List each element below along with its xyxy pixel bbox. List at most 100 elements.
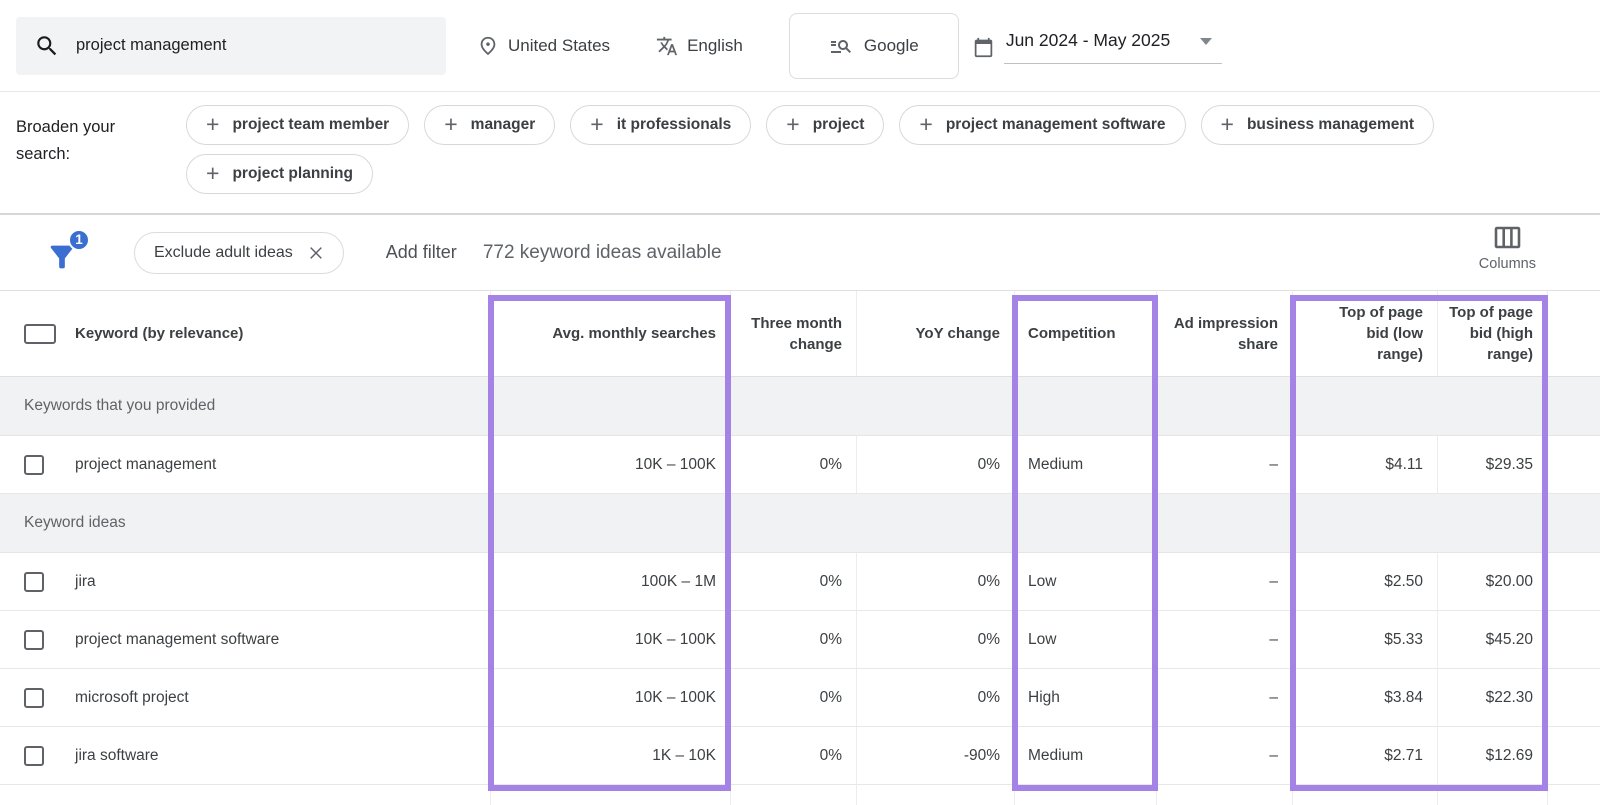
search-icon — [34, 33, 60, 59]
col-header-yoy-change[interactable]: YoY change — [856, 291, 1014, 376]
table-header-row: Keyword (by relevance) Avg. monthly sear… — [0, 291, 1600, 377]
results-summary: 772 keyword ideas available — [483, 242, 722, 264]
exclude-adult-ideas-chip[interactable]: Exclude adult ideas — [134, 232, 344, 274]
yoy-change-cell: 0% — [856, 553, 1014, 610]
col-header-ad-impression-share[interactable]: Ad impression share — [1156, 291, 1292, 376]
ad-impression-share-cell: – — [1156, 669, 1292, 726]
columns-label: Columns — [1479, 256, 1536, 272]
broaden-chip-label: project — [813, 116, 865, 134]
three-month-change-cell: 0% — [730, 436, 856, 493]
columns-button[interactable]: Columns — [1479, 226, 1536, 272]
ad-impression-share-cell: – — [1156, 727, 1292, 784]
location-selector[interactable]: United States — [477, 35, 610, 57]
three-month-change-cell: 0% — [730, 669, 856, 726]
table-row: project management software10K – 100K0%0… — [0, 611, 1600, 669]
exclude-chip-label: Exclude adult ideas — [154, 244, 293, 262]
broaden-chip[interactable]: +project planning — [186, 154, 373, 194]
section-header-row: Keyword ideas — [0, 494, 1600, 553]
top-bid-high-cell: $29.35 — [1437, 436, 1547, 493]
col-header-top-bid-high[interactable]: Top of page bid (high range) — [1437, 291, 1547, 376]
col-header-keyword[interactable]: Keyword (by relevance) — [56, 291, 490, 376]
col-header-avg-monthly-searches[interactable]: Avg. monthly searches — [490, 291, 730, 376]
top-bid-low-cell: $2.71 — [1292, 727, 1437, 784]
plus-icon: + — [206, 162, 219, 185]
col-header-top-bid-low[interactable]: Top of page bid (low range) — [1292, 291, 1437, 376]
broaden-chip[interactable]: + business management — [1201, 105, 1435, 145]
broaden-chip-label: business management — [1247, 116, 1414, 134]
manage-search-icon — [829, 34, 853, 58]
calendar-icon — [973, 37, 994, 58]
avg-monthly-searches-cell: 100K – 1M — [490, 553, 730, 610]
keyword-search-box[interactable] — [16, 17, 446, 75]
row-checkbox[interactable] — [24, 572, 44, 592]
broaden-chip[interactable]: + project management software — [899, 105, 1185, 145]
broaden-chip[interactable]: + project — [766, 105, 884, 145]
top-bid-low-cell: $5.33 — [1292, 611, 1437, 668]
ad-impression-share-cell: – — [1156, 611, 1292, 668]
table-row: microsoft project10K – 100K0%0%High–$3.8… — [0, 669, 1600, 727]
filter-icon[interactable]: 1 — [45, 230, 87, 276]
location-pin-icon — [477, 35, 499, 57]
translate-icon — [656, 35, 678, 57]
competition-cell: Medium — [1014, 727, 1156, 784]
top-toolbar: United States English Google Jun 2024 - … — [0, 0, 1600, 92]
network-selector-button[interactable]: Google — [789, 13, 959, 79]
top-bid-low-cell: $2.50 — [1292, 553, 1437, 610]
plus-icon: + — [206, 113, 219, 136]
columns-icon — [1494, 226, 1521, 249]
competition-cell: Low — [1014, 611, 1156, 668]
location-label: United States — [508, 36, 610, 56]
col-header-three-month-change[interactable]: Three month change — [730, 291, 856, 376]
col-header-competition[interactable]: Competition — [1014, 291, 1156, 376]
close-icon[interactable] — [308, 245, 324, 261]
plus-icon: + — [786, 113, 799, 136]
date-range-label: Jun 2024 - May 2025 — [1006, 30, 1170, 51]
keyword-ideas-table: Keyword (by relevance) Avg. monthly sear… — [0, 290, 1600, 805]
keyword-cell: jira — [56, 553, 490, 610]
keyword-cell: project management — [56, 436, 490, 493]
ad-impression-share-cell: – — [1156, 553, 1292, 610]
date-range-selector[interactable]: Jun 2024 - May 2025 — [973, 28, 1222, 64]
avg-monthly-searches-cell: 10K – 100K — [490, 436, 730, 493]
avg-monthly-searches-cell: 1K – 10K — [490, 727, 730, 784]
broaden-chip[interactable]: + manager — [424, 105, 555, 145]
yoy-change-cell: 0% — [856, 436, 1014, 493]
row-checkbox[interactable] — [24, 688, 44, 708]
broaden-chip-label: manager — [471, 116, 536, 134]
section-header-row: Keywords that you provided — [0, 377, 1600, 436]
broaden-chip-label: project management software — [946, 116, 1166, 134]
keyword-cell: microsoft project — [56, 669, 490, 726]
keyword-cell: jira software — [56, 727, 490, 784]
language-label: English — [687, 36, 743, 56]
keyword-cell: project management software — [56, 611, 490, 668]
broaden-chip-label: it professionals — [617, 116, 732, 134]
plus-icon: + — [919, 113, 932, 136]
broaden-chip-label: project team member — [232, 116, 389, 134]
plus-icon: + — [444, 113, 457, 136]
competition-cell: High — [1014, 669, 1156, 726]
add-filter-button[interactable]: Add filter — [386, 242, 457, 263]
ad-impression-share-cell: – — [1156, 436, 1292, 493]
top-bid-low-cell: $3.84 — [1292, 669, 1437, 726]
top-bid-high-cell: $12.69 — [1437, 727, 1547, 784]
language-selector[interactable]: English — [656, 35, 743, 57]
search-input[interactable] — [74, 35, 404, 56]
row-checkbox[interactable] — [24, 746, 44, 766]
row-checkbox[interactable] — [24, 455, 44, 475]
table-row: project management10K – 100K0%0%Medium–$… — [0, 436, 1600, 494]
three-month-change-cell: 0% — [730, 611, 856, 668]
row-checkbox[interactable] — [24, 630, 44, 650]
plus-icon: + — [1221, 113, 1234, 136]
broaden-chip[interactable]: + project team member — [186, 105, 409, 145]
three-month-change-cell: 0% — [730, 727, 856, 784]
broaden-chip[interactable]: +it professionals — [570, 105, 751, 145]
broaden-chip-list: +project team member+manager+it professi… — [186, 105, 1434, 203]
network-label: Google — [864, 36, 919, 56]
select-all-checkbox[interactable] — [24, 324, 56, 344]
avg-monthly-searches-cell: 10K – 100K — [490, 611, 730, 668]
dropdown-arrow-icon — [1200, 38, 1212, 45]
three-month-change-cell: 0% — [730, 553, 856, 610]
avg-monthly-searches-cell: 10K – 100K — [490, 669, 730, 726]
broaden-search-label: Broaden your search: — [16, 105, 156, 203]
filter-count-badge: 1 — [68, 229, 90, 251]
